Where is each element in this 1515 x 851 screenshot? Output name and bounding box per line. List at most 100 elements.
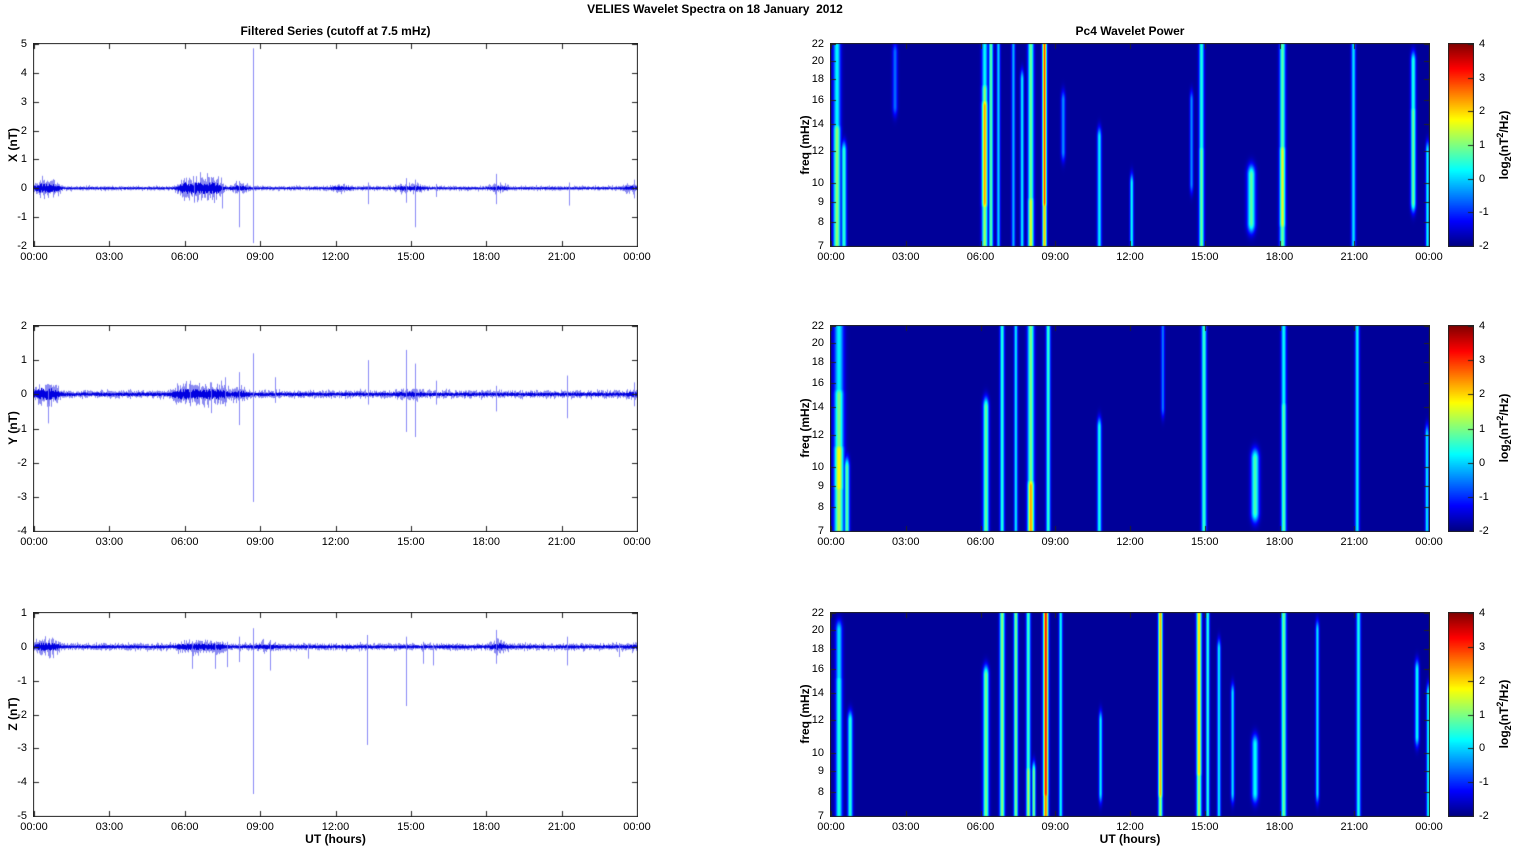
colorbar-unit-sup: 2 <box>1495 416 1505 421</box>
tick-label: 09:00 <box>1031 536 1079 548</box>
tick-label: 7 <box>790 525 824 537</box>
tick-label: 00:00 <box>10 251 58 263</box>
tick-label: 00:00 <box>807 821 855 833</box>
colorbar <box>1448 612 1474 817</box>
tick-label: 12:00 <box>1106 821 1154 833</box>
tick-label: 12:00 <box>1106 251 1154 263</box>
tick-label: 06:00 <box>161 821 209 833</box>
tick-label: 16 <box>790 94 824 106</box>
tick-label: 20 <box>790 337 824 349</box>
tick-label: 2 <box>1479 105 1503 117</box>
tick-label: 0 <box>0 641 27 653</box>
tick-label: 15:00 <box>387 251 435 263</box>
tick-label: -1 <box>0 423 27 435</box>
tick-label: 0 <box>1479 742 1503 754</box>
tick-label: 18:00 <box>462 536 510 548</box>
colorbar-unit-sup: 2 <box>1495 133 1505 138</box>
tick-label: 09:00 <box>1031 821 1079 833</box>
tick-label: 06:00 <box>957 536 1005 548</box>
tick-label: 00:00 <box>807 536 855 548</box>
y-timeseries-panel: Y (nT) 00:0003:0006:0009:0012:0015:0018:… <box>33 325 638 532</box>
tick-label: 18 <box>790 73 824 85</box>
tick-label: 18 <box>790 356 824 368</box>
tick-label: -2 <box>0 709 27 721</box>
tick-label: 2 <box>0 125 27 137</box>
tick-label: 7 <box>790 240 824 252</box>
tick-label: 06:00 <box>957 821 1005 833</box>
tick-label: -2 <box>1479 810 1503 822</box>
tick-label: 4 <box>1479 320 1503 332</box>
tick-label: 9 <box>790 480 824 492</box>
tick-label: 1 <box>0 354 27 366</box>
x-timeseries-plot <box>33 43 638 247</box>
tick-label: 21:00 <box>1330 821 1378 833</box>
tick-label: 10 <box>790 461 824 473</box>
tick-label: 5 <box>0 38 27 50</box>
tick-label: 1 <box>1479 139 1503 151</box>
tick-label: 21:00 <box>1330 536 1378 548</box>
ut-hours-axis-label-left: UT (hours) <box>33 832 638 846</box>
tick-label: -2 <box>1479 240 1503 252</box>
tick-label: 10 <box>790 747 824 759</box>
tick-label: 00:00 <box>807 251 855 263</box>
tick-label: 06:00 <box>161 251 209 263</box>
tick-label: 18:00 <box>1256 251 1304 263</box>
x-timeseries-panel: Filtered Series (cutoff at 7.5 mHz) X (n… <box>33 43 638 247</box>
tick-label: 22 <box>790 38 824 50</box>
tick-label: -2 <box>1479 525 1503 537</box>
tick-label: 4 <box>0 67 27 79</box>
tick-label: 9 <box>790 196 824 208</box>
tick-label: 12:00 <box>312 536 360 548</box>
tick-label: 8 <box>790 216 824 228</box>
tick-label: 1 <box>0 607 27 619</box>
tick-label: 21:00 <box>538 251 586 263</box>
tick-label: 15:00 <box>387 821 435 833</box>
tick-label: 00:00 <box>613 536 661 548</box>
z-spectrogram-heatmap <box>830 612 1430 817</box>
tick-label: 00:00 <box>1405 821 1453 833</box>
tick-label: -4 <box>0 525 27 537</box>
tick-label: 15:00 <box>1181 251 1229 263</box>
tick-label: -1 <box>1479 491 1503 503</box>
tick-label: 14 <box>790 118 824 130</box>
tick-label: 18 <box>790 643 824 655</box>
tick-label: 1 <box>0 153 27 165</box>
tick-label: 0 <box>1479 457 1503 469</box>
tick-label: 7 <box>790 810 824 822</box>
tick-label: 1 <box>1479 423 1503 435</box>
tick-label: -3 <box>0 742 27 754</box>
tick-label: 18:00 <box>462 251 510 263</box>
tick-label: 14 <box>790 401 824 413</box>
tick-label: 00:00 <box>1405 251 1453 263</box>
tick-label: 21:00 <box>1330 251 1378 263</box>
tick-label: 15:00 <box>1181 536 1229 548</box>
tick-label: 06:00 <box>957 251 1005 263</box>
tick-label: -1 <box>1479 776 1503 788</box>
z-timeseries-plot <box>33 612 638 817</box>
tick-label: 21:00 <box>538 536 586 548</box>
tick-label: 18:00 <box>1256 536 1304 548</box>
tick-label: 00:00 <box>613 821 661 833</box>
tick-label: 10 <box>790 177 824 189</box>
tick-label: 15:00 <box>387 536 435 548</box>
x-spectrogram-heatmap <box>830 43 1430 247</box>
colorbar <box>1448 325 1474 532</box>
colorbar-unit-sub: 2 <box>1503 725 1513 730</box>
tick-label: 12 <box>790 714 824 726</box>
tick-label: 0 <box>1479 173 1503 185</box>
tick-label: 06:00 <box>161 536 209 548</box>
tick-label: 3 <box>1479 641 1503 653</box>
tick-label: 09:00 <box>236 821 284 833</box>
tick-label: 00:00 <box>613 251 661 263</box>
filtered-series-title: Filtered Series (cutoff at 7.5 mHz) <box>33 24 638 38</box>
tick-label: 8 <box>790 501 824 513</box>
tick-label: -1 <box>0 211 27 223</box>
tick-label: -4 <box>0 776 27 788</box>
tick-label: 0 <box>0 182 27 194</box>
colorbar <box>1448 43 1474 247</box>
tick-label: 09:00 <box>236 251 284 263</box>
tick-label: 03:00 <box>882 251 930 263</box>
tick-label: 12:00 <box>1106 536 1154 548</box>
z-timeseries-panel: Z (nT) UT (hours) 00:0003:0006:0009:0012… <box>33 612 638 817</box>
figure-page: VELIES Wavelet Spectra on 18 January 201… <box>0 0 1515 851</box>
